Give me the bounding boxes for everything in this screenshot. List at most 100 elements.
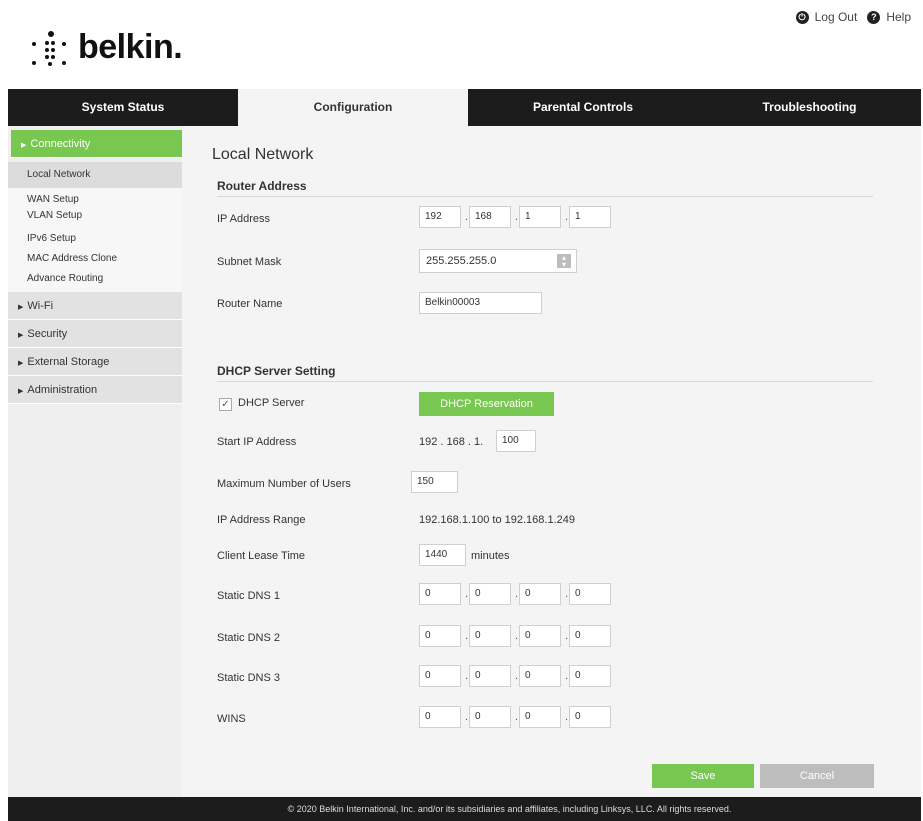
dns3-octet-3-input[interactable]: 0 <box>519 665 561 687</box>
router-name-label: Router Name <box>217 298 283 310</box>
section-divider <box>217 196 873 197</box>
dns2-octet-3-input[interactable]: 0 <box>519 625 561 647</box>
router-name-input[interactable]: Belkin00003 <box>419 292 542 314</box>
lease-time-input[interactable]: 1440 <box>419 544 466 566</box>
tab-parental-controls[interactable]: Parental Controls <box>468 89 698 126</box>
ip-range-value: 192.168.1.100 to 192.168.1.249 <box>419 514 575 526</box>
wins-octet-1-input[interactable]: 0 <box>419 706 461 728</box>
main-tab-bar: System Status Configuration Parental Con… <box>8 89 921 126</box>
triangle-right-icon: ▶ <box>18 304 24 311</box>
dns2-octet-1-input[interactable]: 0 <box>419 625 461 647</box>
tab-system-status[interactable]: System Status <box>8 89 238 126</box>
dot-separator: . <box>515 711 519 723</box>
connectivity-submenu: Local Network WAN Setup VLAN Setup IPv6 … <box>8 162 182 292</box>
dot-separator: . <box>515 670 519 682</box>
start-ip-label: Start IP Address <box>217 436 297 448</box>
sidebar-item-vlan-setup[interactable]: VLAN Setup <box>8 208 182 224</box>
static-dns-2-label: Static DNS 2 <box>217 632 280 644</box>
dot-separator: . <box>515 588 519 600</box>
dot-separator: . <box>465 711 469 723</box>
logo-text: belkin <box>78 28 174 66</box>
subnet-mask-select[interactable]: 255.255.255.0 ▴ ▾ <box>419 249 577 273</box>
dhcp-server-checkbox[interactable]: ✓ <box>219 398 232 411</box>
dot-separator: . <box>565 711 569 723</box>
sidebar-connectivity-label: Connectivity <box>30 138 91 150</box>
footer-copyright: © 2020 Belkin International, Inc. and/or… <box>8 797 921 821</box>
belkin-logo-mark-icon <box>28 29 72 67</box>
power-icon: ⏻ <box>795 10 809 24</box>
static-dns-1-label: Static DNS 1 <box>217 590 280 602</box>
sidebar-item-security[interactable]: ▶ Security <box>8 320 182 348</box>
tab-configuration[interactable]: Configuration <box>238 89 468 126</box>
dns3-octet-2-input[interactable]: 0 <box>469 665 511 687</box>
max-users-input[interactable]: 150 <box>411 471 458 493</box>
ip-octet-3-input[interactable]: 1 <box>519 206 561 228</box>
sidebar-external-storage-label: External Storage <box>27 356 110 368</box>
dot-separator: . <box>515 211 519 223</box>
subnet-mask-label: Subnet Mask <box>217 256 282 268</box>
triangle-right-icon: ▶ <box>18 388 24 395</box>
dot-separator: . <box>565 211 569 223</box>
sidebar-item-wifi[interactable]: ▶ Wi-Fi <box>8 292 182 320</box>
dns1-octet-2-input[interactable]: 0 <box>469 583 511 605</box>
belkin-logo: belkin . <box>28 28 183 67</box>
sidebar-item-external-storage[interactable]: ▶ External Storage <box>8 348 182 376</box>
dot-separator: . <box>565 588 569 600</box>
sidebar-wifi-label: Wi-Fi <box>27 300 54 312</box>
dot-separator: . <box>565 670 569 682</box>
dns1-octet-1-input[interactable]: 0 <box>419 583 461 605</box>
dhcp-reservation-button[interactable]: DHCP Reservation <box>419 392 554 416</box>
sidebar-item-administration[interactable]: ▶ Administration <box>8 376 182 404</box>
dns2-octet-2-input[interactable]: 0 <box>469 625 511 647</box>
dns1-octet-4-input[interactable]: 0 <box>569 583 611 605</box>
sidebar-security-label: Security <box>27 328 68 340</box>
sidebar-item-mac-address-clone[interactable]: MAC Address Clone <box>8 251 182 267</box>
top-links: ⏻ Log Out ? Help <box>786 10 911 24</box>
sidebar-item-wan-setup[interactable]: WAN Setup <box>8 192 182 208</box>
subnet-mask-value: 255.255.255.0 <box>426 255 497 267</box>
wins-label: WINS <box>217 713 246 725</box>
logout-label: Log Out <box>814 10 858 24</box>
page-title: Local Network <box>212 146 314 163</box>
help-link[interactable]: ? Help <box>867 10 911 24</box>
help-label: Help <box>886 10 911 24</box>
start-ip-prefix: 192 . 168 . 1. <box>419 436 484 448</box>
ip-octet-4-input[interactable]: 1 <box>569 206 611 228</box>
max-users-label: Maximum Number of Users <box>217 478 351 490</box>
lease-time-unit: minutes <box>471 550 510 562</box>
dns3-octet-1-input[interactable]: 0 <box>419 665 461 687</box>
sidebar-item-local-network[interactable]: Local Network <box>8 162 182 188</box>
help-icon: ? <box>867 10 881 24</box>
dns1-octet-3-input[interactable]: 0 <box>519 583 561 605</box>
save-button[interactable]: Save <box>652 764 754 788</box>
dot-separator: . <box>465 211 469 223</box>
sidebar: ▶ Connectivity Local Network WAN Setup VL… <box>8 126 182 797</box>
cancel-button[interactable]: Cancel <box>760 764 874 788</box>
static-dns-3-label: Static DNS 3 <box>217 672 280 684</box>
dns2-octet-4-input[interactable]: 0 <box>569 625 611 647</box>
wins-octet-2-input[interactable]: 0 <box>469 706 511 728</box>
sidebar-item-ipv6-setup[interactable]: IPv6 Setup <box>8 231 182 247</box>
lease-time-label: Client Lease Time <box>217 550 306 562</box>
wins-octet-4-input[interactable]: 0 <box>569 706 611 728</box>
tab-troubleshooting[interactable]: Troubleshooting <box>698 89 921 126</box>
logo-dot: . <box>173 28 183 66</box>
logout-link[interactable]: ⏻ Log Out <box>795 10 858 24</box>
dot-separator: . <box>465 588 469 600</box>
main-panel: Local Network Router Address IP Address … <box>182 126 921 797</box>
dhcp-settings-heading: DHCP Server Setting <box>217 364 336 378</box>
ip-range-label: IP Address Range <box>217 514 306 526</box>
dot-separator: . <box>565 630 569 642</box>
sidebar-item-advance-routing[interactable]: Advance Routing <box>8 271 182 287</box>
dhcp-server-label: DHCP Server <box>238 397 305 409</box>
router-address-heading: Router Address <box>217 179 307 193</box>
ip-octet-1-input[interactable]: 192 <box>419 206 461 228</box>
start-ip-last-octet-input[interactable]: 100 <box>496 430 536 452</box>
dns3-octet-4-input[interactable]: 0 <box>569 665 611 687</box>
ip-octet-2-input[interactable]: 168 <box>469 206 511 228</box>
select-arrows-icon: ▴ ▾ <box>557 254 571 269</box>
triangle-right-icon: ▶ <box>21 142 27 149</box>
triangle-right-icon: ▶ <box>18 360 24 367</box>
wins-octet-3-input[interactable]: 0 <box>519 706 561 728</box>
sidebar-item-connectivity[interactable]: ▶ Connectivity <box>11 130 182 158</box>
